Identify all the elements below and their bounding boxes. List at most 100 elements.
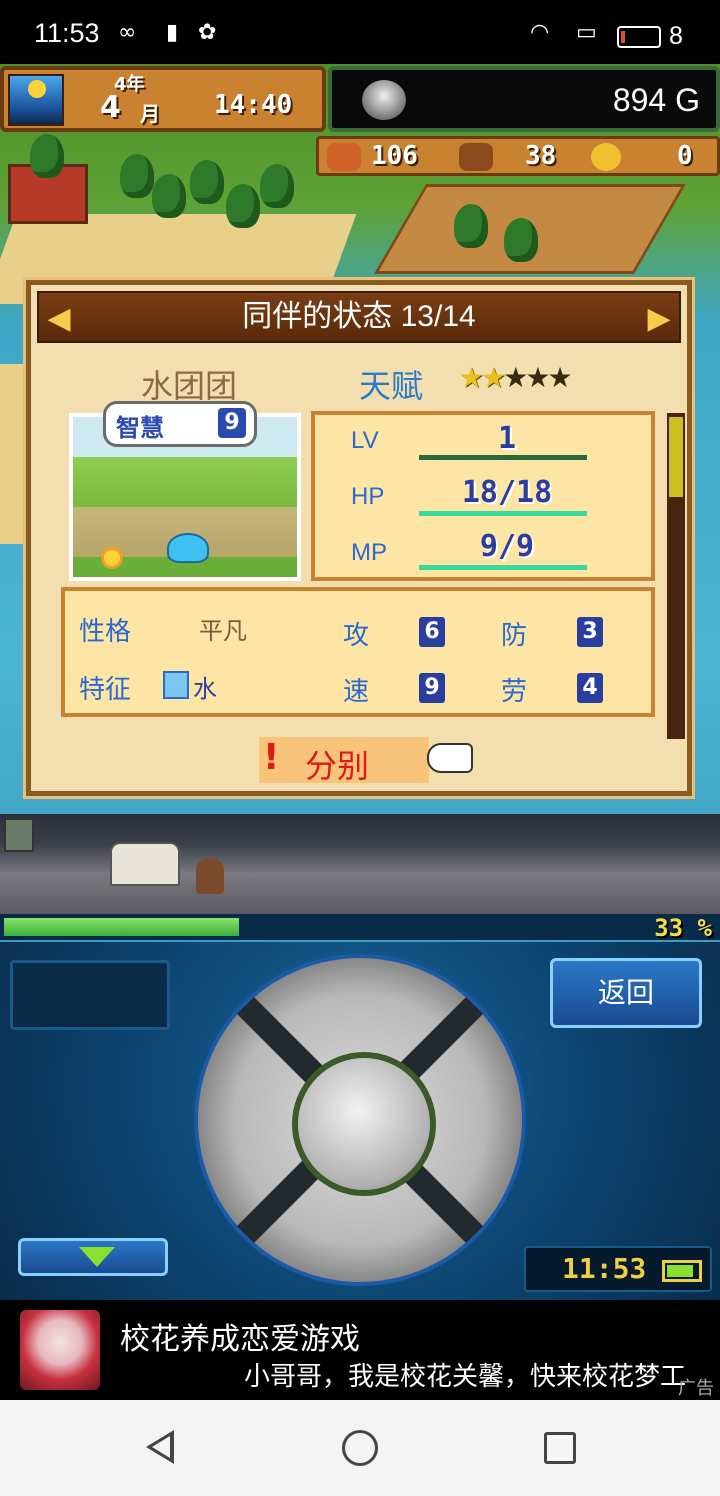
medal-icon (591, 143, 621, 171)
lv-value: 1 (497, 421, 517, 456)
wisdom-bubble: 智慧 9 (103, 401, 257, 447)
attributes-box: 性格 平凡 攻 6 防 3 特征 水 速 9 劳 4 (61, 587, 655, 717)
dpad-center-button[interactable] (292, 1052, 436, 1196)
screen-icon: ▭ (576, 20, 597, 45)
travel-progress-text: 33 % (654, 914, 712, 942)
weather-icon (8, 74, 64, 126)
hp-label: HP (351, 483, 385, 510)
ad-avatar-image[interactable] (20, 1310, 100, 1390)
tree (190, 160, 224, 204)
device-clock-text: 11:53 (562, 1252, 647, 1285)
labor-value: 4 (577, 673, 603, 703)
direction-pad[interactable] (194, 954, 526, 1286)
tree (226, 184, 260, 228)
battery-icon (617, 26, 661, 48)
tree (152, 174, 186, 218)
hero-sprite (196, 858, 224, 894)
atk-label: 攻 (343, 621, 370, 651)
next-arrow-icon[interactable]: ▶ (643, 299, 675, 339)
travel-strip (0, 814, 720, 914)
lv-underline (419, 455, 587, 460)
system-nav-bar (0, 1400, 720, 1496)
covered-wagon (110, 842, 180, 886)
prev-arrow-icon[interactable]: ◀ (43, 299, 75, 339)
talent-stars: ★★★★★ (459, 361, 573, 394)
companion-status-panel: ◀ 同伴的状态 13/14 ▶ 水团团 天赋 ★★★★★ 智慧 9 LV 1 H… (26, 280, 692, 796)
personality-value: 平凡 (199, 617, 247, 645)
part-ways-button[interactable]: ! 分别 (259, 737, 429, 785)
ad-tag: 广告 (678, 1378, 714, 1399)
ad-banner[interactable]: 校花养成恋爱游戏 小哥哥，我是校花关馨，快来校花梦工 广告 (0, 1300, 720, 1400)
empty-slot (10, 960, 170, 1030)
lv-label: LV (351, 427, 379, 454)
ad-subtitle[interactable]: 小哥哥，我是校花关馨，快来校花梦工 (244, 1356, 706, 1393)
food-icon (327, 143, 361, 171)
flower-icon (101, 547, 123, 569)
device-clock: 11:53 (524, 1246, 712, 1292)
home-icon[interactable] (342, 1430, 378, 1466)
star-empty-icon: ★ (525, 361, 550, 394)
trait-label: 特征 (79, 675, 132, 705)
battery-fill (667, 1265, 693, 1277)
labor-label: 劳 (501, 677, 528, 707)
back-icon-inner (152, 1436, 170, 1458)
chevron-down-icon (79, 1247, 115, 1267)
tree (504, 218, 538, 262)
coin-pouch-icon (362, 80, 406, 120)
mp-value: 9/9 (479, 529, 535, 564)
wisdom-value: 9 (218, 408, 246, 438)
medal-value: 0 (677, 141, 693, 171)
paw-icon: ✿ (198, 20, 217, 45)
tree (260, 164, 294, 208)
walker-icon (4, 818, 34, 852)
gold-panel: 894 G (328, 66, 720, 132)
month-value: 4 (100, 90, 121, 125)
sun-icon (28, 80, 46, 98)
travel-progress-bar: 33 % (0, 914, 720, 942)
status-time: 11:53 (34, 18, 100, 48)
status-bar: 11:53 ∞ ▮ ✿ ◠ ▭ 8 (0, 0, 720, 64)
part-ways-label: 分别 (305, 747, 370, 785)
month-unit: 月 (140, 102, 160, 126)
battery-level: 8 (669, 22, 683, 50)
slime-sprite (167, 533, 209, 563)
star-empty-icon: ★ (503, 361, 528, 394)
recent-apps-icon[interactable] (544, 1432, 576, 1464)
def-label: 防 (501, 621, 528, 651)
water-element-icon (163, 671, 189, 699)
infinity-icon: ∞ (118, 20, 137, 45)
spd-value: 9 (419, 673, 445, 703)
wood-value: 38 (525, 141, 557, 171)
panel-scroll-thumb[interactable] (669, 417, 683, 497)
ad-title[interactable]: 校花养成恋爱游戏 (120, 1314, 360, 1358)
def-value: 3 (577, 617, 603, 647)
spd-label: 速 (343, 677, 370, 707)
panel-title: 同伴的状态 13/14 (242, 300, 476, 333)
back-button[interactable]: 返回 (550, 958, 702, 1028)
hp-bar (419, 511, 587, 516)
gold-value: 894 G (612, 82, 700, 118)
sim-alert-icon: ▮ (166, 20, 179, 45)
tree (120, 154, 154, 198)
game-clock: 14:40 (214, 90, 293, 120)
resource-bar: 106 38 0 (316, 136, 720, 176)
panel-title-bar: ◀ 同伴的状态 13/14 ▶ (37, 291, 681, 343)
wood-icon (459, 143, 493, 171)
menu-toggle-button[interactable] (18, 1238, 168, 1276)
stats-box: LV 1 HP 18/18 MP 9/9 (311, 411, 655, 581)
control-pad-area: 返回 11:53 (0, 942, 720, 1300)
star-empty-icon: ★ (547, 361, 572, 394)
star-filled-icon: ★ (481, 361, 506, 394)
trait-value: 水 (193, 675, 217, 703)
pointing-hand-icon (427, 743, 473, 773)
star-filled-icon: ★ (459, 361, 484, 394)
tree (30, 134, 64, 178)
exclamation-icon: ! (263, 737, 280, 778)
mp-bar (419, 565, 587, 570)
atk-value: 6 (419, 617, 445, 647)
hp-value: 18/18 (461, 475, 553, 510)
wifi-icon: ◠ (530, 20, 550, 45)
personality-label: 性格 (79, 617, 132, 647)
date-panel: 4年 4 月 14:40 (0, 66, 326, 132)
talent-label: 天赋 (359, 367, 424, 405)
